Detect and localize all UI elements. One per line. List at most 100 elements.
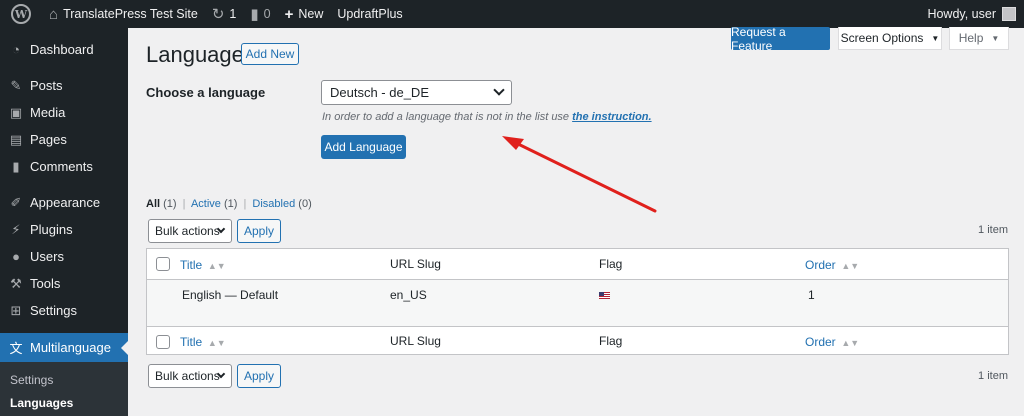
screen-options-label: Screen Options <box>840 31 924 45</box>
screen-options-button[interactable]: Screen Options ▼ <box>838 27 942 50</box>
bulk-actions-select-top[interactable]: Bulk actions <box>148 219 232 243</box>
sidebar-item-label: Multilanguage <box>30 340 111 355</box>
request-feature-button[interactable]: Request a Feature <box>731 25 830 53</box>
sidebar-item-label: Plugins <box>30 222 73 237</box>
updraftplus-label: UpdraftPlus <box>337 7 403 21</box>
media-icon: ▣ <box>9 104 23 120</box>
help-button[interactable]: Help ▼ <box>949 27 1009 50</box>
sidebar-item-tools[interactable]: ⚒ Tools <box>0 270 128 297</box>
select-all-checkbox-footer[interactable] <box>156 335 170 349</box>
new-label: New <box>298 7 324 21</box>
sidebar-item-pages[interactable]: ▤ Pages <box>0 126 128 153</box>
comments-count: 0 <box>263 7 271 21</box>
sidebar-item-label: Media <box>30 105 66 120</box>
sidebar-item-dashboard[interactable]: ◔ Dashboard <box>0 36 128 63</box>
column-title-label: Title <box>180 334 203 349</box>
submenu-item-settings[interactable]: Settings <box>0 368 128 391</box>
filter-active[interactable]: Active <box>191 198 221 210</box>
updates-count: 1 <box>229 7 237 21</box>
sidebar-item-appearance[interactable]: ✐ Appearance <box>0 189 128 216</box>
row-title[interactable]: English — Default <box>182 288 278 302</box>
row-flag <box>599 288 610 302</box>
help-text-body: In order to add a language that is not i… <box>322 111 570 123</box>
filter-all[interactable]: All <box>146 198 160 210</box>
bulk-actions-label: Bulk actions <box>155 369 220 383</box>
plug-icon: ⚡ <box>11 221 21 237</box>
status-filters: All (1) | Active (1) | Disabled (0) <box>146 198 312 210</box>
select-all-checkbox[interactable] <box>156 257 170 271</box>
red-arrow-annotation <box>502 136 657 213</box>
sort-icon: ▲▼ <box>207 260 226 271</box>
updraftplus-menu[interactable]: UpdraftPlus <box>330 0 409 28</box>
pin-icon: ✎ <box>10 77 22 93</box>
add-language-button[interactable]: Add Language <box>321 135 406 159</box>
comments-menu[interactable]: ▮ 0 <box>243 0 277 28</box>
settings-icon: ⊞ <box>10 302 22 318</box>
sidebar-item-media[interactable]: ▣ Media <box>0 99 128 126</box>
sidebar-item-settings[interactable]: ⊞ Settings <box>0 297 128 324</box>
column-title-footer[interactable]: Title ▲▼ <box>180 334 226 349</box>
wordpress-logo-icon: W <box>11 4 31 24</box>
apply-button-bottom[interactable]: Apply <box>237 364 281 388</box>
wp-logo-menu[interactable]: W <box>0 0 42 28</box>
filter-disabled-count: (0) <box>298 198 312 210</box>
new-content-menu[interactable]: + New <box>278 0 331 28</box>
item-count-bottom: 1 item <box>978 370 1008 382</box>
site-name-menu[interactable]: ⌂ TranslatePress Test Site <box>42 0 205 28</box>
my-account-menu[interactable]: Howdy, user <box>927 7 1024 21</box>
brush-icon: ✐ <box>10 194 22 210</box>
multilanguage-submenu: Settings Languages <box>0 362 128 416</box>
sidebar-item-label: Appearance <box>30 195 101 210</box>
column-order-header[interactable]: Order ▲▼ <box>805 257 859 272</box>
filter-all-count: (1) <box>163 198 177 210</box>
row-slug: en_US <box>390 288 427 302</box>
column-order-label: Order <box>805 257 836 272</box>
howdy-text: Howdy, user <box>927 7 996 21</box>
column-order-footer[interactable]: Order ▲▼ <box>805 334 859 349</box>
column-title-label: Title <box>180 257 203 272</box>
page-title: Languages <box>146 42 255 67</box>
column-order-label: Order <box>805 334 836 349</box>
bulk-actions-select-bottom[interactable]: Bulk actions <box>148 364 232 388</box>
add-new-button[interactable]: Add New <box>241 43 299 65</box>
updates-icon: ↻ <box>211 6 225 23</box>
sort-icon: ▲▼ <box>841 260 860 271</box>
instruction-link[interactable]: the instruction. <box>572 111 651 123</box>
bulk-actions-label: Bulk actions <box>155 224 220 238</box>
table-row: English — Default en_US 1 <box>147 280 1008 326</box>
sidebar-item-label: Settings <box>30 303 77 318</box>
pages-icon: ▤ <box>9 131 23 147</box>
sidebar-item-posts[interactable]: ✎ Posts <box>0 72 128 99</box>
avatar <box>1002 7 1016 21</box>
column-title-header[interactable]: Title ▲▼ <box>180 257 226 272</box>
choose-language-label: Choose a language <box>146 85 266 100</box>
wrench-icon: ⚒ <box>10 275 22 291</box>
item-count-top: 1 item <box>978 224 1008 236</box>
sidebar-item-label: Dashboard <box>30 42 94 57</box>
plus-icon: + <box>284 5 294 23</box>
home-icon: ⌂ <box>49 5 59 23</box>
language-select[interactable]: Deutsch - de_DE <box>321 80 512 105</box>
sidebar-item-label: Pages <box>30 132 67 147</box>
user-icon: ● <box>12 249 20 264</box>
language-help-text: In order to add a language that is not i… <box>322 111 652 123</box>
sidebar-item-label: Tools <box>30 276 61 291</box>
updates-menu[interactable]: ↻ 1 <box>205 0 244 28</box>
filter-disabled[interactable]: Disabled <box>252 198 295 210</box>
sidebar-item-comments[interactable]: ▮ Comments <box>0 153 128 180</box>
sidebar-item-plugins[interactable]: ⚡ Plugins <box>0 216 128 243</box>
filter-active-count: (1) <box>223 198 238 210</box>
help-label: Help <box>958 31 984 45</box>
filter-separator: | <box>243 198 247 210</box>
sidebar-item-multilanguage[interactable]: 文 Multilanguage <box>0 333 128 362</box>
sidebar-item-users[interactable]: ● Users <box>0 243 128 270</box>
apply-button-top[interactable]: Apply <box>237 219 281 243</box>
language-select-value: Deutsch - de_DE <box>330 85 429 100</box>
row-order: 1 <box>808 288 815 302</box>
admin-sidebar: ◔ Dashboard ✎ Posts ▣ Media ▤ Pages ▮ Co… <box>0 28 128 416</box>
submenu-item-languages[interactable]: Languages <box>0 391 128 414</box>
admin-bar: W ⌂ TranslatePress Test Site ↻ 1 ▮ 0 + N… <box>0 0 1024 28</box>
filter-separator: | <box>182 198 186 210</box>
column-flag-footer: Flag <box>599 334 623 348</box>
dashboard-icon: ◔ <box>12 42 20 57</box>
